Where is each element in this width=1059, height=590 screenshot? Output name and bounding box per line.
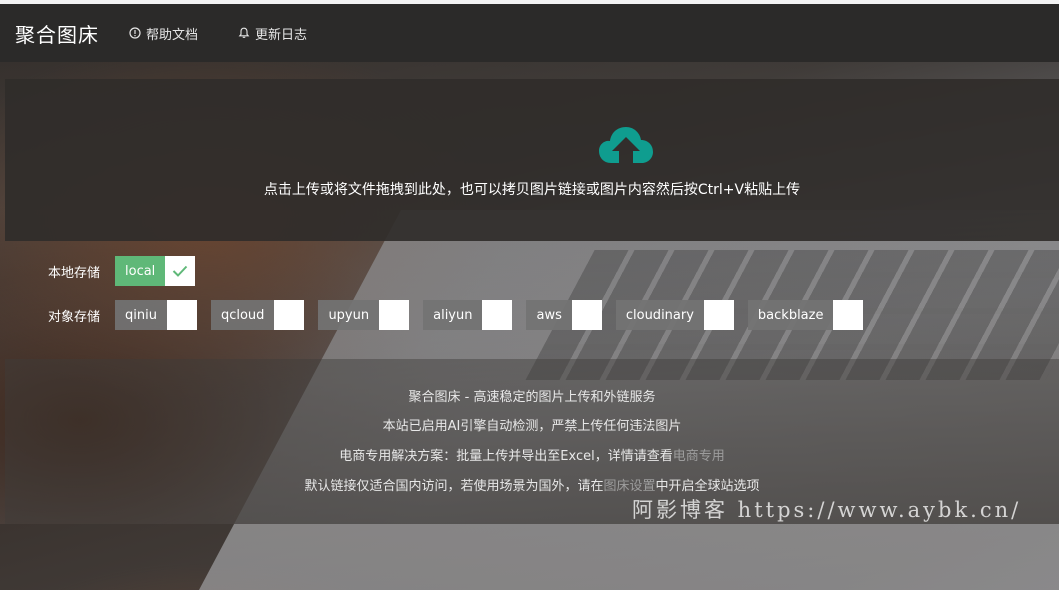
checkbox-unchecked[interactable] (571, 300, 602, 330)
storage-option-cloudinary[interactable]: cloudinary (615, 300, 734, 330)
checkbox-unchecked[interactable] (482, 300, 513, 330)
top-navbar: 聚合图床 帮助文档 更新日志 (0, 4, 1059, 62)
object-storage-label: 对象存储 (47, 309, 100, 325)
nav-help-docs[interactable]: 帮助文档 (129, 24, 198, 43)
storage-option-backblaze[interactable]: backblaze (747, 300, 864, 330)
nav-changelog-label: 更新日志 (255, 27, 308, 43)
footer-tagline: 聚合图床 - 高速稳定的图片上传和外链服务 (408, 390, 656, 405)
storage-option-aliyun[interactable]: aliyun (423, 300, 513, 330)
local-storage-row: 本地存储 local (0, 256, 209, 286)
storage-option-qcloud[interactable]: qcloud (210, 300, 305, 330)
storage-option-name: aliyun (423, 300, 483, 330)
footer-region-suffix: 中开启全球站选项 (655, 479, 760, 494)
blog-watermark: 阿影博客 https://www.aybk.cn/ (632, 498, 1022, 522)
storage-option-aws[interactable]: aws (526, 300, 602, 330)
storage-option-name: upyun (318, 300, 380, 330)
storage-option-upyun[interactable]: upyun (318, 300, 410, 330)
storage-option-name: cloudinary (615, 300, 704, 330)
checkbox-unchecked[interactable] (274, 300, 305, 330)
footer-region-line: 默认链接仅适合国内访问，若使用场景为国外，请在图床设置中开启全球站选项 (5, 475, 1059, 494)
upload-dropzone[interactable]: 点击上传或将文件拖拽到此处，也可以拷贝图片链接或图片内容然后按Ctrl+V粘贴上… (5, 79, 1059, 241)
nav-help-docs-label: 帮助文档 (146, 27, 199, 43)
checkbox-unchecked[interactable] (166, 300, 197, 330)
checkbox-unchecked[interactable] (833, 300, 864, 330)
checkbox-checked[interactable] (165, 256, 196, 286)
storage-option-local[interactable]: local (115, 256, 196, 286)
storage-option-name: local (115, 256, 166, 286)
upload-instructions: 点击上传或将文件拖拽到此处，也可以拷贝图片链接或图片内容然后按Ctrl+V粘贴上… (263, 182, 801, 198)
ecommerce-link[interactable]: 电商专用 (673, 449, 725, 464)
settings-link[interactable]: 图床设置 (603, 479, 655, 494)
footer-ecommerce-line: 电商专用解决方案：批量上传并导出至Excel，详情请查看电商专用 (5, 445, 1059, 464)
storage-option-qiniu[interactable]: qiniu (115, 300, 197, 330)
nav-changelog[interactable]: 更新日志 (238, 24, 307, 43)
footer-ai-notice: 本站已启用AI引擎自动检测，严禁上传任何违法图片 (382, 419, 682, 434)
storage-option-name: backblaze (747, 300, 834, 330)
checkbox-unchecked[interactable] (703, 300, 734, 330)
checkmark-icon (173, 265, 188, 277)
bell-icon (238, 27, 250, 39)
storage-option-name: qcloud (210, 300, 275, 330)
footer-region-text: 默认链接仅适合国内访问，若使用场景为国外，请在 (304, 479, 604, 494)
checkbox-unchecked[interactable] (379, 300, 410, 330)
cloud-upload-icon (599, 127, 653, 163)
local-storage-label: 本地存储 (47, 265, 100, 281)
object-storage-row: 对象存储 qiniu qcloud upyun aliyun aws cloud… (0, 300, 877, 330)
site-logo-title[interactable]: 聚合图床 (15, 19, 99, 48)
info-circle-icon (129, 27, 141, 39)
footer-ecommerce-text: 电商专用解决方案：批量上传并导出至Excel，详情请查看 (339, 449, 673, 464)
storage-option-name: aws (526, 300, 572, 330)
storage-option-name: qiniu (115, 300, 167, 330)
